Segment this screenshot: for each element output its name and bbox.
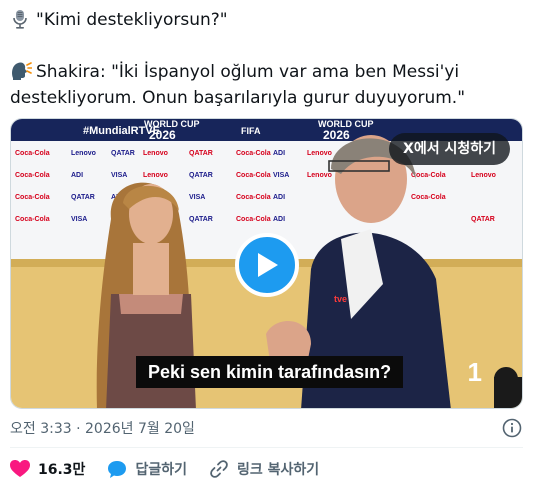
svg-text:QATAR: QATAR — [189, 216, 213, 223]
play-button[interactable] — [235, 233, 299, 297]
tweet-timestamp[interactable]: 오전 3:33 · 2026년 7월 20일 — [10, 418, 195, 438]
svg-text:ADI: ADI — [273, 216, 285, 223]
svg-text:QATAR: QATAR — [111, 150, 135, 157]
svg-text:Coca-Cola: Coca-Cola — [411, 194, 446, 201]
watch-on-x-button[interactable]: X에서 시청하기 — [389, 133, 510, 165]
svg-text:Lenovo: Lenovo — [143, 150, 168, 157]
svg-text:Lenovo: Lenovo — [307, 172, 332, 179]
copy-link-button[interactable]: 링크 복사하기 — [209, 459, 319, 479]
video-player[interactable]: #MundialRTVE WORLD CUP 2026 FIFA WORLD C… — [10, 118, 523, 409]
tweet-actions: 16.3만 답글하기 링크 복사하기 — [10, 458, 341, 480]
reply-button[interactable]: 답글하기 — [107, 459, 187, 479]
microphone-icon — [10, 9, 32, 36]
heart-icon — [10, 460, 30, 477]
speaking-head-icon — [10, 61, 33, 88]
svg-text:QATAR: QATAR — [471, 216, 495, 223]
backdrop-logo: tve — [334, 294, 347, 304]
backdrop-fifa: FIFA — [241, 126, 261, 136]
svg-text:VISA: VISA — [71, 216, 87, 223]
divider — [10, 447, 523, 448]
copy-link-label: 링크 복사하기 — [236, 462, 320, 478]
reply-bubble-icon — [108, 460, 127, 478]
video-counter: 1 — [467, 357, 482, 387]
svg-text:Coca-Cola: Coca-Cola — [411, 172, 446, 179]
svg-text:Coca-Cola: Coca-Cola — [15, 216, 50, 223]
tweet-text-2: Shakira: "İki İspanyol oğlum var ama ben… — [36, 62, 460, 82]
svg-text:VISA: VISA — [189, 194, 205, 201]
svg-text:Coca-Cola: Coca-Cola — [236, 216, 271, 223]
svg-text:Coca-Cola: Coca-Cola — [15, 172, 50, 179]
svg-text:ADI: ADI — [273, 194, 285, 201]
tweet-text-3: destekliyorum. Onun başarılarıyla gurur … — [10, 88, 466, 108]
svg-text:Lenovo: Lenovo — [471, 172, 496, 179]
svg-text:Coca-Cola: Coca-Cola — [15, 194, 50, 201]
svg-text:Lenovo: Lenovo — [71, 150, 96, 157]
svg-text:QATAR: QATAR — [71, 194, 95, 201]
svg-text:Coca-Cola: Coca-Cola — [15, 150, 50, 157]
tweet-line-2: Shakira: "İki İspanyol oğlum var ama ben… — [10, 60, 459, 88]
link-icon — [210, 460, 228, 478]
svg-text:ADI: ADI — [71, 172, 83, 179]
svg-text:VISA: VISA — [273, 172, 289, 179]
like-count: 16.3만 — [38, 462, 86, 478]
svg-text:Coca-Cola: Coca-Cola — [236, 150, 271, 157]
svg-text:Coca-Cola: Coca-Cola — [236, 172, 271, 179]
svg-text:QATAR: QATAR — [189, 172, 213, 179]
tweet-text-1: "Kimi destekliyorsun?" — [36, 10, 228, 30]
svg-text:Lenovo: Lenovo — [143, 172, 168, 179]
info-icon[interactable] — [502, 418, 522, 438]
reply-label: 답글하기 — [135, 462, 187, 478]
svg-text:ADI: ADI — [273, 150, 285, 157]
svg-text:VISA: VISA — [111, 172, 127, 179]
svg-text:Coca-Cola: Coca-Cola — [236, 194, 271, 201]
video-subtitle: Peki sen kimin tarafındasın? — [136, 356, 404, 388]
backdrop-year-2: 2026 — [323, 128, 350, 142]
like-button[interactable]: 16.3만 — [10, 459, 85, 479]
tweet-line-3: destekliyorum. Onun başarılarıyla gurur … — [10, 86, 465, 110]
backdrop-year-1: 2026 — [149, 128, 176, 142]
svg-text:Lenovo: Lenovo — [307, 150, 332, 157]
play-icon — [258, 253, 278, 277]
tweet-line-1: "Kimi destekliyorsun?" — [10, 8, 228, 36]
svg-text:QATAR: QATAR — [189, 150, 213, 157]
